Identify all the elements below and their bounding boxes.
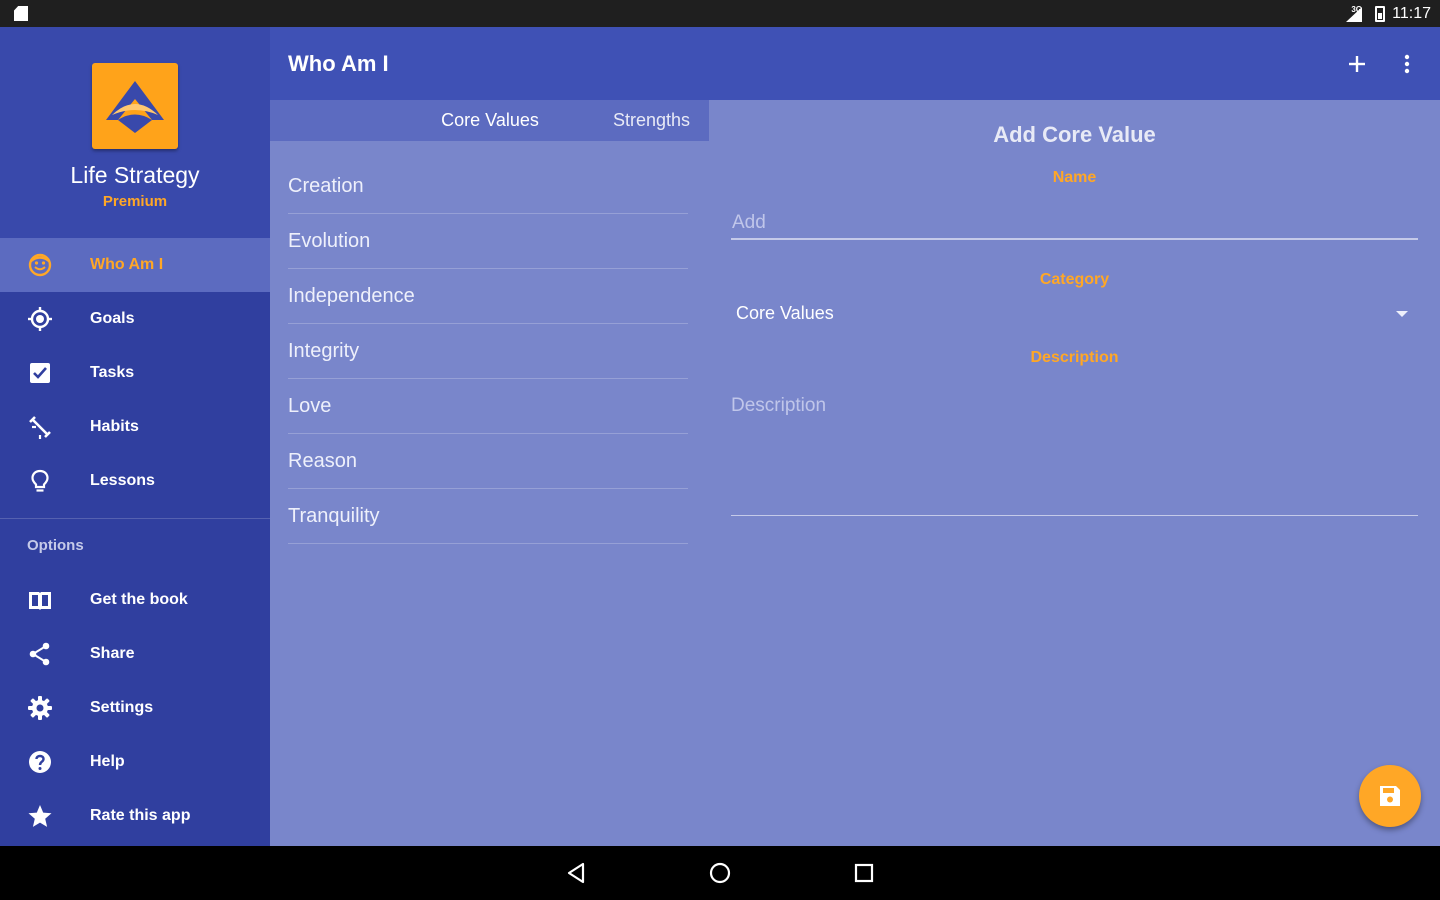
help-icon (29, 751, 51, 773)
tab-core-values[interactable]: Core Values (410, 100, 570, 141)
status-time: 11:17 (1392, 5, 1431, 22)
page-title: Who Am I (288, 51, 389, 76)
sidebar-item-habits[interactable]: Habits (0, 400, 270, 454)
sidebar-item-label: Tasks (90, 364, 135, 381)
more-vert-icon[interactable] (1392, 49, 1422, 79)
list-item[interactable]: Evolution (288, 214, 688, 269)
app-tier-badge: Premium (102, 193, 168, 210)
name-input[interactable] (731, 208, 1418, 240)
system-navigation-bar (0, 846, 1440, 900)
save-icon (1380, 786, 1400, 806)
sidebar-item-label: Lessons (90, 472, 155, 489)
recents-icon[interactable] (850, 859, 878, 887)
description-label: Description (1030, 349, 1119, 366)
add-core-value-form: Add Core Value Name Category Core Values… (709, 122, 1440, 846)
back-icon[interactable] (562, 859, 590, 887)
lightbulb-icon (31, 469, 49, 492)
category-value: Core Values (736, 303, 834, 323)
plus-icon[interactable] (1342, 49, 1372, 79)
main-content: Creation Evolution Independence Integrit… (270, 122, 1440, 846)
form-title: Add Core Value (993, 122, 1156, 147)
sidebar-item-goals[interactable]: Goals (0, 292, 270, 346)
sidebar-item-help[interactable]: Help (0, 735, 270, 789)
name-label: Name (1052, 169, 1097, 186)
sidebar-item-settings[interactable]: Settings (0, 681, 270, 735)
logo-mark-icon (106, 81, 164, 133)
list-item[interactable]: Love (288, 379, 688, 434)
save-button[interactable] (1359, 765, 1421, 827)
sidebar-item-tasks[interactable]: Tasks (0, 346, 270, 400)
sidebar-item-label: Who Am I (90, 256, 164, 273)
options-header: Options (27, 537, 84, 554)
status-bar: 3G 11:17 (0, 0, 1440, 27)
habits-icon (29, 416, 51, 439)
sidebar-item-lessons[interactable]: Lessons (0, 454, 270, 508)
core-values-list: Creation Evolution Independence Integrit… (288, 159, 688, 544)
sidebar-item-label: Help (90, 753, 125, 770)
category-label: Category (1039, 271, 1110, 288)
list-item[interactable]: Tranquility (288, 489, 688, 544)
list-item[interactable]: Reason (288, 434, 688, 489)
category-select[interactable]: Core Values (731, 299, 1418, 331)
app-logo (92, 63, 178, 149)
sidebar-item-label: Goals (90, 310, 135, 327)
sidebar-item-get-the-book[interactable]: Get the book (0, 573, 270, 627)
home-icon[interactable] (706, 859, 734, 887)
share-icon (29, 642, 50, 666)
network-type: 3G (1351, 5, 1362, 14)
sidebar-item-share[interactable]: Share (0, 627, 270, 681)
list-item[interactable]: Creation (288, 159, 688, 214)
gear-icon (28, 696, 52, 720)
tab-bar: Core Values Strengths (270, 100, 709, 141)
dropdown-arrow-icon (1396, 311, 1408, 317)
navigation-drawer: Life Strategy Premium Who Am I Goals Tas… (0, 27, 270, 846)
smiley-icon (28, 253, 52, 277)
drawer-header: Life Strategy Premium (0, 27, 270, 238)
star-icon (28, 805, 52, 827)
sidebar-item-rate-this-app[interactable]: Rate this app (0, 789, 270, 843)
sidebar-item-who-am-i[interactable]: Who Am I (0, 238, 270, 292)
sidebar-item-label: Share (90, 645, 135, 662)
sidebar-item-label: Get the book (90, 591, 188, 608)
list-item[interactable]: Integrity (288, 324, 688, 379)
sd-card-icon (14, 6, 28, 21)
top-app-bar: Who Am I (270, 27, 1440, 100)
list-item[interactable]: Independence (288, 269, 688, 324)
book-icon (29, 592, 51, 610)
battery-icon (1375, 6, 1385, 22)
checkbox-icon (30, 363, 50, 383)
app-name: Life Strategy (70, 162, 200, 188)
tab-strengths[interactable]: Strengths (570, 100, 730, 141)
target-icon (28, 307, 52, 331)
sidebar-item-label: Habits (90, 418, 139, 435)
sidebar-divider (0, 518, 270, 519)
description-input[interactable] (731, 389, 1418, 516)
sidebar-item-label: Settings (90, 699, 154, 716)
sidebar-item-label: Rate this app (90, 807, 191, 824)
